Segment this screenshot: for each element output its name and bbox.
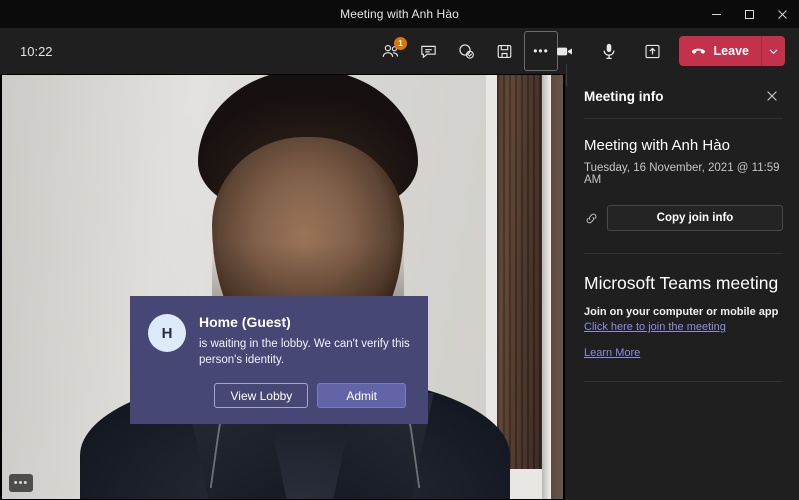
meeting-control-bar: 10:22 1 ••• Leave [0,28,799,86]
meeting-title: Meeting with Anh Hào [584,137,730,154]
close-button[interactable] [766,0,799,28]
window-title: Meeting with Anh Hào [340,7,459,21]
join-meeting-link[interactable]: Click here to join the meeting [584,321,783,333]
chevron-down-icon [769,48,778,54]
leave-button[interactable]: Leave [679,36,761,66]
copy-join-info-row: Copy join info [584,205,783,231]
minimize-button[interactable] [700,0,733,28]
teams-meeting-window: Meeting with Anh Hào 10:22 1 ••• Leave •… [0,0,799,500]
reactions-icon [458,43,474,59]
reactions-button[interactable] [448,34,484,68]
video-stage[interactable]: ••• H Home (Guest) is waiting in the lob… [0,74,565,500]
meeting-clock: 10:22 [20,43,53,59]
lobby-message: is waiting in the lobby. We can't verify… [199,337,410,367]
center-control-group: 1 ••• [372,28,558,74]
leave-dropdown-button[interactable] [761,36,785,66]
microphone-icon [603,43,614,60]
participants-button[interactable]: 1 [372,34,408,68]
panel-divider-top [584,118,783,119]
teams-meeting-heading: Microsoft Teams meeting [584,273,779,293]
camera-icon [557,47,572,55]
panel-close-button[interactable] [761,85,783,107]
meeting-info-header: Meeting info [584,74,783,118]
close-icon [767,91,777,101]
panel-divider-middle [584,253,783,254]
chat-icon [420,45,436,58]
share-content-button[interactable] [635,34,671,68]
wooden-door [497,75,544,469]
panel-title: Meeting info [584,88,664,104]
title-bar: Meeting with Anh Hào [0,0,799,28]
join-subtitle: Join on your computer or mobile app [584,306,779,318]
lobby-actions: View Lobby Admit [148,383,412,409]
breakout-rooms-button[interactable] [486,34,522,68]
lobby-notification: H Home (Guest) is waiting in the lobby. … [130,296,428,424]
hangup-icon [691,48,705,54]
link-icon [584,211,599,226]
stage-more-glyph: ••• [13,476,29,489]
chat-button[interactable] [410,34,446,68]
window-controls [700,0,799,28]
meeting-datetime: Tuesday, 16 November, 2021 @ 11:59 AM [584,162,780,186]
right-control-group: Leave [547,28,785,74]
copy-join-info-button[interactable]: Copy join info [607,205,783,231]
meeting-info-panel: Meeting info Meeting with Anh Hào Tuesda… [568,74,799,500]
participants-badge: 1 [394,37,407,50]
camera-button[interactable] [547,34,583,68]
share-screen-icon [645,44,660,58]
lobby-notification-body: H Home (Guest) is waiting in the lobby. … [148,314,412,369]
avatar: H [148,314,186,352]
microphone-button[interactable] [591,34,627,68]
participant-video [2,75,563,499]
learn-more-link[interactable]: Learn More [584,347,783,359]
door-right-edge [551,75,563,499]
view-lobby-button[interactable]: View Lobby [214,383,309,409]
breakout-rooms-icon [497,44,511,58]
leave-label: Leave [713,44,749,58]
admit-button[interactable]: Admit [317,383,406,409]
lobby-guest-name: Home (Guest) [199,314,291,330]
panel-divider-bottom [584,381,783,382]
door-edge-highlight [542,75,551,499]
lobby-text-block: Home (Guest) is waiting in the lobby. We… [199,314,412,369]
maximize-button[interactable] [733,0,766,28]
stage-more-options-button[interactable]: ••• [9,474,33,492]
leave-button-group: Leave [678,36,785,66]
avatar-initial: H [161,324,173,342]
